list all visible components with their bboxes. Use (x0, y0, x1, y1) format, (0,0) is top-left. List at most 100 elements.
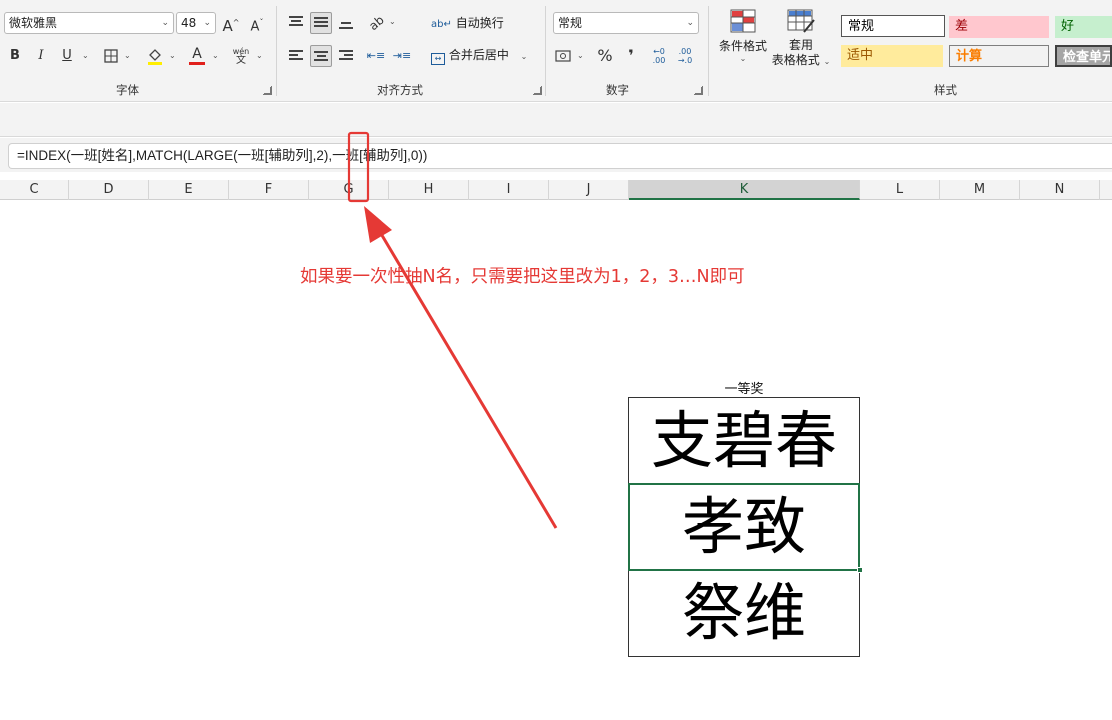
chevron-down-icon: ⌄ (161, 18, 169, 28)
conditional-format-icon (730, 9, 756, 33)
column-header-m[interactable]: M (940, 180, 1020, 200)
chevron-down-icon[interactable]: ⌄ (82, 51, 89, 60)
text-orientation-icon: ab (365, 12, 387, 34)
column-header-i[interactable]: I (469, 180, 549, 200)
style-check-cell[interactable]: 检查单元 (1055, 45, 1112, 67)
align-bottom-button[interactable] (335, 12, 357, 34)
paint-bucket-icon (148, 49, 162, 65)
border-icon (104, 49, 118, 63)
number-group: 常规 ⌄ ⌄ % ❜ ←0.00 .00 →.0 数字 (546, 0, 708, 102)
align-center-button[interactable] (310, 45, 332, 67)
style-good[interactable]: 好 (1055, 16, 1112, 38)
font-group-label: 字体 (116, 83, 139, 97)
formula-bar: =INDEX(一班[姓名],MATCH(LARGE(一班[辅助列],2),一班[… (0, 138, 1112, 172)
font-name-combo[interactable]: 微软雅黑 ⌄ (4, 12, 174, 34)
column-header-j[interactable]: J (549, 180, 629, 200)
format-as-table-button[interactable]: 套用 表格格式 ⌄ (771, 8, 831, 69)
column-header-e[interactable]: E (149, 180, 229, 200)
column-headers: C D E F G H I J K L M N (0, 180, 1112, 200)
align-left-icon (289, 50, 303, 62)
comma-style-button[interactable]: ❜ (620, 45, 642, 67)
font-color-icon: A (192, 46, 202, 62)
ribbon: 微软雅黑 ⌄ 48 ⌄ A^ Aˇ B I U ⌄ ⌄ ⌄ A ⌄ wén 文 ⌄… (0, 0, 1112, 102)
chevron-down-icon: ⌄ (739, 54, 747, 63)
increase-indent-icon: ⇥≡ (392, 49, 412, 62)
increase-decimal-button[interactable]: ←0.00 (648, 45, 670, 67)
align-top-icon (289, 16, 303, 28)
conditional-format-label: 条件格式 (718, 39, 767, 53)
accounting-format-button[interactable] (552, 45, 574, 67)
align-middle-button[interactable] (310, 12, 332, 34)
number-group-label: 数字 (606, 83, 629, 97)
align-bottom-icon (339, 18, 353, 30)
formula-input[interactable]: =INDEX(一班[姓名],MATCH(LARGE(一班[辅助列],2),一班[… (8, 143, 1112, 169)
style-bad[interactable]: 差 (949, 16, 1049, 38)
increase-indent-button[interactable]: ⇥≡ (391, 45, 413, 67)
font-group: 微软雅黑 ⌄ 48 ⌄ A^ Aˇ B I U ⌄ ⌄ ⌄ A ⌄ wén 文 ⌄… (0, 0, 276, 102)
annotation-text: 如果要一次性抽N名，只需要把这里改为1，2，3…N即可 (300, 267, 745, 287)
format-as-table-label-2: 表格格式 (771, 53, 820, 67)
winner-cell-2[interactable]: 孝致 (628, 483, 863, 573)
dialog-launcher-icon[interactable] (263, 86, 272, 95)
conditional-format-button[interactable]: 条件格式 ⌄ (715, 8, 771, 63)
font-name-value: 微软雅黑 (9, 16, 58, 30)
number-format-combo[interactable]: 常规 ⌄ (553, 12, 699, 34)
column-header-k[interactable]: K (629, 180, 860, 200)
chevron-down-icon[interactable]: ⌄ (124, 51, 131, 60)
chevron-down-icon: ⌄ (823, 57, 831, 66)
italic-button[interactable]: I (30, 45, 52, 67)
column-header-h[interactable]: H (389, 180, 469, 200)
style-normal[interactable]: 常规 (841, 15, 945, 37)
winner-cell-3[interactable]: 祭维 (629, 570, 859, 656)
decrease-decimal-button[interactable]: .00 →.0 (674, 45, 696, 67)
phonetic-guide-button[interactable]: wén 文 (230, 45, 252, 67)
wrap-text-button[interactable]: ab↵ 自动换行 (431, 14, 504, 34)
merge-center-button[interactable]: ↔ 合并后居中 ⌄ (431, 46, 527, 66)
chevron-down-icon[interactable]: ⌄ (212, 51, 219, 60)
dialog-launcher-icon[interactable] (533, 86, 542, 95)
align-right-icon (339, 50, 353, 62)
align-center-icon (314, 51, 328, 63)
column-header-f[interactable]: F (229, 180, 309, 200)
winner-cell-2-text: 孝致 (681, 490, 806, 563)
style-calculation[interactable]: 计算 (949, 45, 1049, 67)
orientation-button[interactable]: ab (365, 12, 387, 34)
merge-center-label: 合并后居中 (448, 48, 509, 62)
bold-button[interactable]: B (4, 45, 26, 67)
chevron-down-icon: ⌄ (686, 18, 694, 28)
percent-button[interactable]: % (594, 45, 616, 67)
styles-group: 条件格式 ⌄ 套用 表格格式 ⌄ 常规 差 好 适中 计算 检查单元 样式 (709, 0, 1112, 102)
underline-button[interactable]: U (56, 45, 78, 67)
align-middle-icon (314, 17, 328, 29)
chevron-down-icon[interactable]: ⌄ (577, 51, 584, 60)
fill-color-button[interactable] (144, 45, 166, 67)
wrap-text-icon: ab↵ (431, 19, 452, 30)
align-right-button[interactable] (335, 45, 357, 67)
font-size-combo[interactable]: 48 ⌄ (176, 12, 216, 34)
style-neutral[interactable]: 适中 (841, 45, 943, 67)
border-button[interactable] (100, 45, 122, 67)
chevron-down-icon[interactable]: ⌄ (256, 51, 263, 60)
chevron-down-icon[interactable]: ⌄ (521, 52, 528, 61)
prize-title[interactable]: 一等奖 (628, 378, 860, 397)
column-header-g[interactable]: G (309, 180, 389, 200)
align-left-button[interactable] (285, 45, 307, 67)
column-header-d[interactable]: D (69, 180, 149, 200)
font-color-button[interactable]: A (186, 45, 208, 67)
styles-group-label: 样式 (934, 83, 957, 97)
decrease-indent-button[interactable]: ⇤≡ (365, 45, 387, 67)
currency-icon (555, 50, 571, 62)
number-format-value: 常规 (558, 16, 583, 30)
dialog-launcher-icon[interactable] (694, 86, 703, 95)
chevron-down-icon[interactable]: ⌄ (389, 17, 396, 26)
chevron-down-icon[interactable]: ⌄ (169, 51, 176, 60)
increase-decimal-icon: ←0.00 (652, 47, 666, 65)
winner-cell-1[interactable]: 支碧春 (629, 398, 859, 484)
column-header-n[interactable]: N (1020, 180, 1100, 200)
alignment-group: ab ⌄ ab↵ 自动换行 ⇤≡ ⇥≡ ↔ 合并后居中 ⌄ 对齐方式 (277, 0, 545, 102)
increase-font-size-button[interactable]: A^ (220, 12, 242, 35)
column-header-l[interactable]: L (860, 180, 940, 200)
align-top-button[interactable] (285, 12, 307, 34)
decrease-font-size-button[interactable]: Aˇ (246, 12, 268, 34)
column-header-c[interactable]: C (0, 180, 69, 200)
